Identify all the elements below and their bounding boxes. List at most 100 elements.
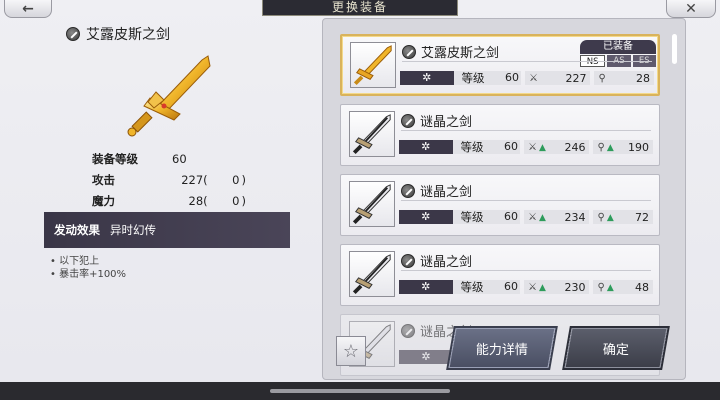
rarity-star-icon: ✲	[399, 350, 453, 364]
effect-line: • 暴击率+100%	[50, 269, 127, 280]
increase-arrow-icon: ▲	[606, 282, 614, 293]
stat-value: 60	[172, 152, 187, 166]
weapon-thumbnail	[349, 251, 395, 297]
weapon-thumbnail	[349, 111, 395, 157]
weapon-name: 谜晶之剑	[420, 115, 473, 130]
equipment-screen: ← 更换装备 ✕ 艾露皮斯之剑 装备等级 60 攻击 227( 0) 魔力 28…	[0, 0, 720, 382]
wand-stat-icon: ⚲ ▲	[597, 281, 614, 293]
card-title: 谜晶之剑	[401, 111, 472, 130]
star-icon: ☆	[342, 340, 360, 362]
paren-close: )	[241, 173, 247, 187]
home-indicator[interactable]	[270, 389, 450, 393]
rarity-star-icon: ✲	[399, 280, 453, 294]
card-title: 艾露皮斯之剑	[402, 42, 499, 61]
magic-value: 48	[635, 280, 650, 294]
effect-line: • 以下犯上	[50, 256, 100, 267]
sword-type-icon	[402, 44, 416, 59]
back-arrow-icon: ←	[22, 0, 34, 17]
sword-type-icon	[66, 27, 80, 41]
increase-arrow-icon: ▲	[538, 212, 546, 223]
level-value: 60	[490, 280, 520, 294]
ability-detail-label: 能力详情	[475, 342, 528, 358]
increase-arrow-icon: ▲	[538, 282, 546, 293]
weapon-thumbnail	[350, 42, 396, 88]
stat-value-wrap: 227( 0)	[166, 171, 246, 189]
crystal-sword-icon	[352, 114, 391, 155]
divider	[401, 130, 651, 131]
divider	[401, 270, 651, 271]
effect-description: • 以下犯上 • 暴击率+100%	[50, 255, 126, 281]
ability-detail-button[interactable]: 能力详情	[448, 328, 556, 368]
attack-value: 230	[564, 280, 586, 294]
confirm-button[interactable]: 确定	[564, 328, 668, 368]
stat-bonus: 0	[232, 173, 240, 187]
close-button[interactable]: ✕	[666, 0, 716, 18]
skill-effect-bar: 发动效果 异时幻传	[44, 212, 290, 248]
attack-value: 246	[564, 140, 586, 154]
stat-row-equip-level: 装备等级 60	[83, 150, 249, 168]
effect-key: 发动效果	[54, 223, 100, 237]
rarity-star-icon: ✲	[399, 140, 453, 154]
sword-type-icon	[401, 183, 415, 198]
attack-stat: ⚔ 227	[525, 71, 591, 85]
equipment-card[interactable]: 艾露皮斯之剑 已装备 NS AS ES ✲ 等级 60 ⚔ 227 ⚲ 28	[340, 34, 660, 96]
stat-row-magic: 魔力 28( 0)	[83, 192, 249, 210]
sword-stat-icon: ⚔ ▲	[528, 281, 546, 293]
favorite-button[interactable]: ☆	[336, 336, 366, 366]
wand-stat-icon: ⚲ ▲	[597, 141, 614, 153]
equipment-card[interactable]: 谜晶之剑 ✲ 等级 60 ⚔ ▲ 230 ⚲ ▲ 48	[340, 244, 660, 306]
attack-stat: ⚔ ▲ 246	[524, 140, 590, 154]
increase-arrow-icon: ▲	[606, 212, 614, 223]
weapon-thumbnail	[349, 181, 395, 227]
confirm-label: 确定	[602, 342, 629, 358]
magic-stat: ⚲ ▲ 48	[593, 280, 654, 294]
wand-stat-icon: ⚲ ▲	[597, 211, 614, 223]
magic-stat: ⚲ ▲ 190	[593, 140, 654, 154]
attack-stat: ⚔ ▲ 230	[524, 280, 590, 294]
sword-stat-icon: ⚔	[529, 72, 538, 84]
weapon-name: 谜晶之剑	[420, 255, 473, 270]
increase-arrow-icon: ▲	[606, 142, 614, 153]
effect-name: 异时幻传	[110, 223, 156, 237]
back-button[interactable]: ←	[4, 0, 52, 18]
crystal-sword-icon	[352, 184, 391, 225]
stat-value: 28	[188, 194, 204, 208]
stat-value: 227	[181, 173, 204, 187]
increase-arrow-icon: ▲	[538, 142, 546, 153]
paren-close: )	[241, 194, 247, 208]
magic-stat: ⚲ ▲ 72	[593, 210, 654, 224]
card-title: 谜晶之剑	[401, 181, 472, 200]
list-scrollbar[interactable]	[672, 34, 677, 64]
level-value: 60	[490, 140, 520, 154]
card-stats: ✲ 等级 60 ⚔ ▲ 230 ⚲ ▲ 48	[399, 279, 654, 295]
sword-stat-icon: ⚔ ▲	[528, 211, 546, 223]
divider	[402, 61, 652, 62]
card-stats: ✲ 等级 60 ⚔ 227 ⚲ 28	[400, 70, 655, 86]
equipped-badge: 已装备 NS AS ES	[580, 40, 656, 70]
sword-stat-icon: ⚔ ▲	[528, 141, 546, 153]
page-title: 更换装备	[262, 0, 458, 16]
sword-type-icon	[401, 253, 415, 268]
card-stats: ✲ 等级 60 ⚔ ▲ 246 ⚲ ▲ 190	[399, 139, 654, 155]
stat-label: 魔力	[92, 194, 115, 208]
golden-sword-icon	[353, 45, 392, 86]
level-value: 60	[490, 210, 520, 224]
rarity-star-icon: ✲	[400, 71, 454, 85]
divider	[401, 200, 651, 201]
sword-type-icon	[401, 323, 415, 338]
card-title: 谜晶之剑	[401, 251, 472, 270]
magic-value: 190	[628, 140, 650, 154]
weapon-name: 谜晶之剑	[420, 185, 473, 200]
equipment-card[interactable]: 谜晶之剑 ✲ 等级 60 ⚔ ▲ 246 ⚲ ▲ 190	[340, 104, 660, 166]
detail-weapon-name: 艾露皮斯之剑	[86, 27, 170, 43]
level-label: 等级	[452, 210, 491, 224]
attack-value: 227	[565, 71, 587, 85]
stat-label: 攻击	[92, 173, 115, 187]
rarity-star-icon: ✲	[399, 210, 453, 224]
equipment-card[interactable]: 谜晶之剑 ✲ 等级 60 ⚔ ▲ 234 ⚲ ▲ 72	[340, 174, 660, 236]
level-value: 60	[491, 71, 521, 85]
attack-stat: ⚔ ▲ 234	[524, 210, 590, 224]
stat-value-wrap: 60	[166, 150, 246, 168]
card-stats: ✲ 等级 60 ⚔ ▲ 234 ⚲ ▲ 72	[399, 209, 654, 225]
stat-bonus: 0	[232, 194, 240, 208]
